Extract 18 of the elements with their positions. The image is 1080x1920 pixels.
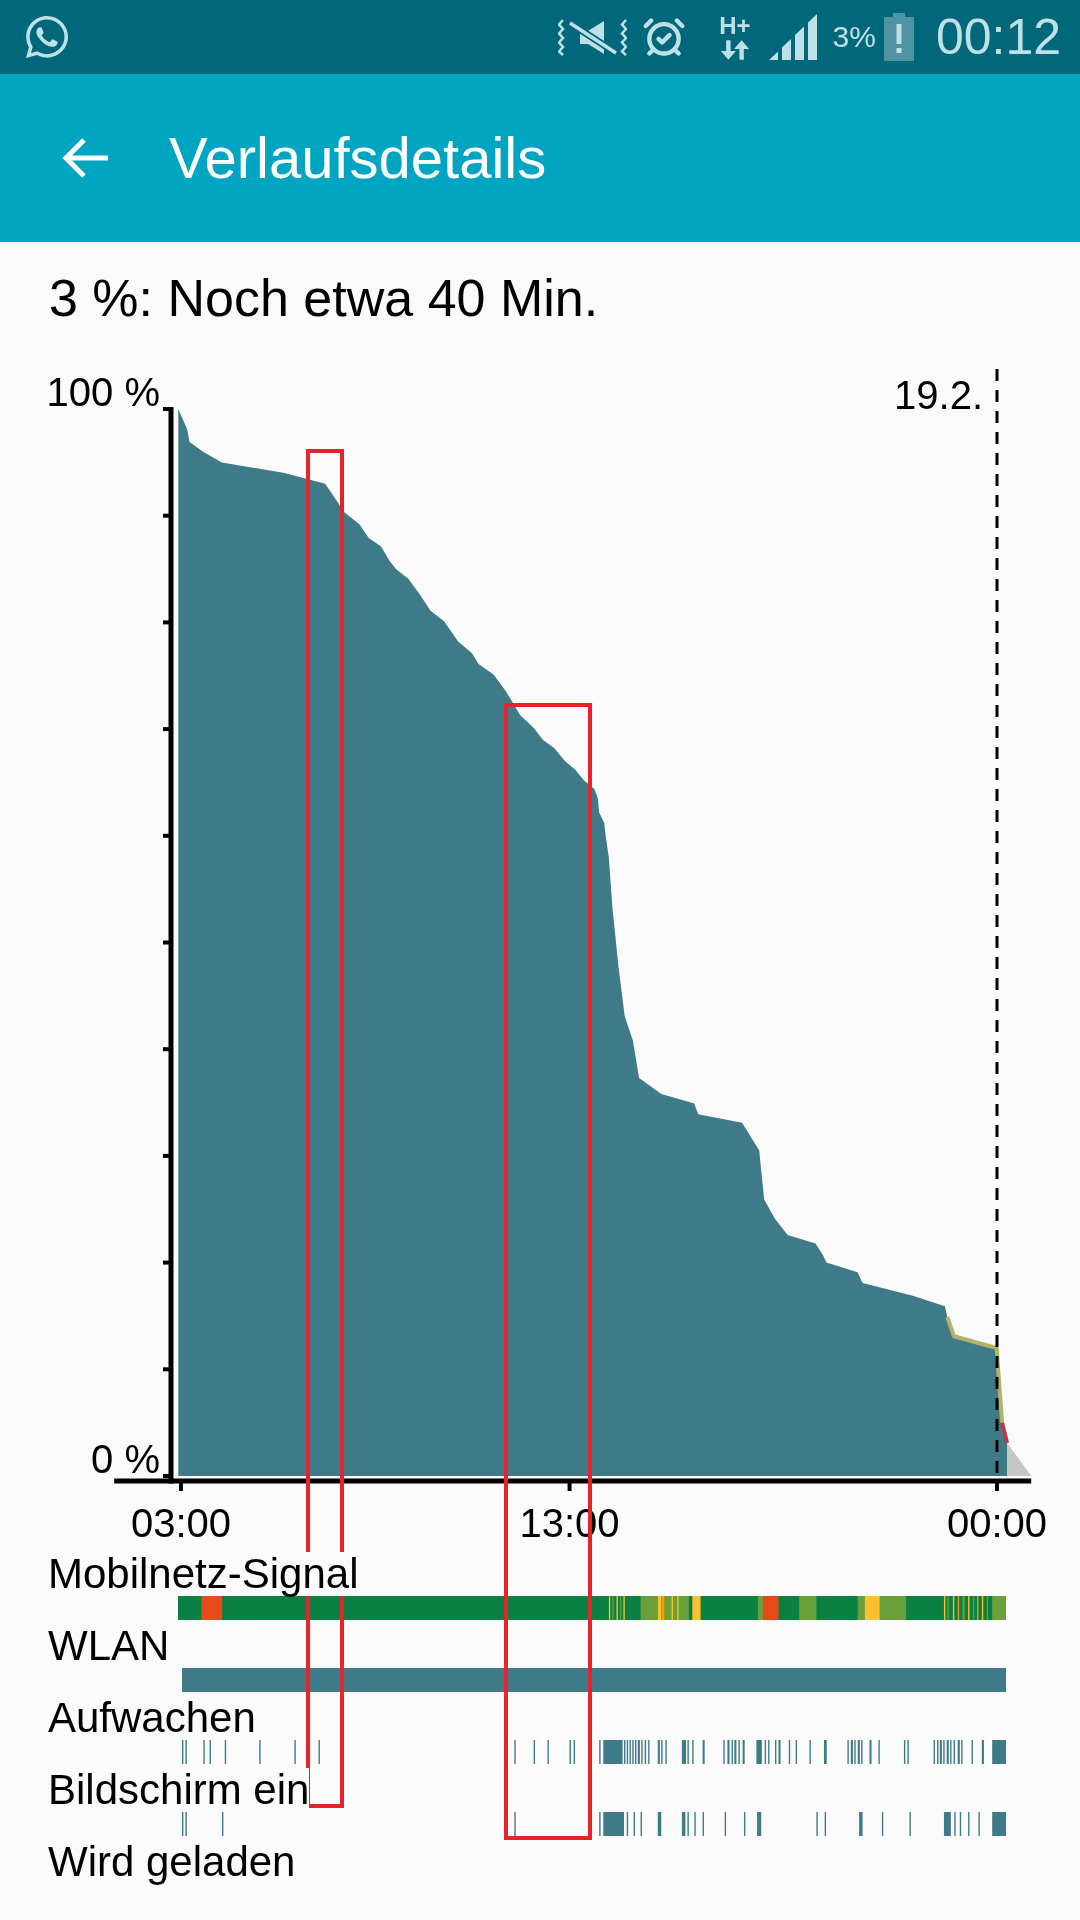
battery-estimate: 3 %: Noch etwa 40 Min.: [49, 268, 600, 328]
network-type-label: H+: [719, 14, 751, 38]
phone-chat-icon: [23, 13, 71, 61]
arrow-left-icon: [61, 136, 109, 180]
screen-title: Verlaufsdetails: [169, 125, 547, 191]
time-label: 03:00: [130, 1501, 232, 1545]
date-label: 19.2.: [894, 373, 983, 417]
time-label: 00:00: [946, 1501, 1048, 1545]
axis-label: 100 %: [46, 370, 160, 414]
timeline-label: Mobilnetz-Signal: [48, 1552, 359, 1596]
battery-alert-icon: [883, 13, 914, 61]
battery-percent: 3%: [832, 22, 876, 52]
signal-strength-icon: [768, 14, 817, 60]
data-arrows-icon: [719, 40, 750, 60]
clock-time: 00:12: [935, 12, 1061, 62]
alarm-clock-icon: [642, 15, 687, 59]
axis-label: 0 %: [91, 1437, 160, 1481]
muted-vibrate-icon: [558, 18, 628, 56]
